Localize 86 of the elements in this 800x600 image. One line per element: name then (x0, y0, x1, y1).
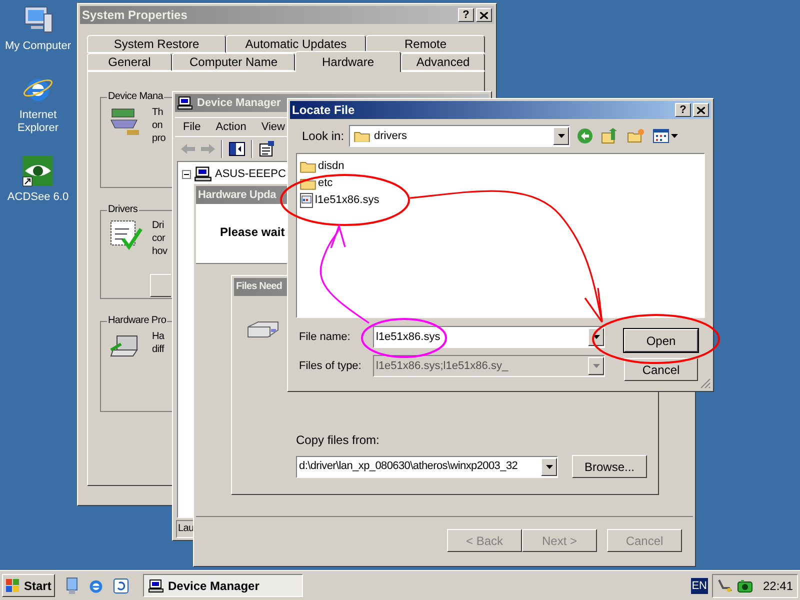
desktop-icon-label: Internet Explorer (16, 109, 60, 135)
description-text: Th (152, 106, 164, 119)
clock: 22:41 (762, 578, 793, 594)
plug-icon[interactable] (716, 578, 733, 594)
taskbar-button[interactable]: Device Manager (143, 574, 303, 597)
computer-icon (148, 578, 164, 592)
dropdown-arrow-icon (546, 464, 552, 468)
path-value: d:\driver\lan_xp_080630\atheros\winxp2003_32 (299, 459, 519, 474)
description-text: diff (152, 343, 164, 356)
group-title: Hardware Pro (107, 316, 168, 326)
menu-item[interactable]: View (261, 118, 285, 136)
close-icon (697, 106, 705, 114)
tab[interactable]: System Restore (87, 35, 226, 53)
desktop-icon[interactable]: ACDSee 6.0 (0, 155, 76, 204)
file-name-value: l1e51x86.sys (376, 330, 442, 345)
new-folder-icon[interactable] (627, 128, 645, 144)
window-title: System Properties (82, 9, 188, 21)
tab[interactable]: Advanced (401, 53, 485, 71)
close-icon (480, 12, 488, 18)
browse-button[interactable]: Browse... (572, 455, 647, 478)
wait-message: Please wait (220, 225, 285, 239)
dialog-button[interactable]: Cancel (624, 358, 698, 381)
file-type-label: Files of type: (299, 358, 362, 374)
panel-toggle-icon[interactable] (229, 142, 245, 156)
description-text: pro (152, 132, 166, 145)
window-title: Device Manager (197, 98, 281, 108)
description-text: hov (152, 245, 168, 258)
group-title: Device Mana (107, 92, 164, 102)
tab[interactable]: Computer Name (172, 53, 295, 71)
desktop-icon[interactable]: My Computer (0, 4, 76, 53)
look-in-label: Look in: (302, 128, 346, 145)
push-button[interactable] (150, 274, 171, 297)
computer-icon (177, 96, 193, 110)
desktop-icon-label: My Computer (4, 40, 72, 53)
system-file-icon (300, 193, 313, 208)
look-in-value: drivers (374, 128, 408, 144)
view-grid-icon (653, 129, 669, 143)
path-combo-box[interactable]: d:\driver\lan_xp_080630\atheros\winxp2003_32 (296, 456, 558, 478)
look-in-combo-box[interactable]: drivers (349, 125, 570, 147)
tab[interactable]: Hardware (295, 51, 401, 72)
close-button[interactable] (476, 8, 492, 22)
folder-icon (354, 130, 370, 142)
file-type-value: l1e51x86.sys;l1e51x86.sy_ (376, 358, 510, 374)
description-text: cor (152, 232, 166, 245)
tree-item[interactable]: ASUS-EEEPC (215, 166, 286, 182)
file-name-label: File name: (299, 330, 352, 345)
menu-item[interactable]: File (183, 118, 201, 136)
window-title: Hardware Upda (198, 190, 276, 200)
description-text: on (152, 119, 164, 132)
eye-icon (22, 155, 54, 187)
close-button[interactable] (693, 103, 709, 117)
dropdown-arrow-icon (592, 364, 600, 368)
help-button[interactable]: ? (675, 103, 691, 117)
disk-drive-icon (246, 321, 280, 339)
camera-icon[interactable] (736, 578, 753, 592)
refresh-page-icon[interactable] (113, 578, 129, 594)
description-text: Dri (152, 219, 165, 232)
dropdown-arrow-icon (671, 134, 678, 138)
menu-item[interactable]: Action (216, 118, 246, 136)
folder-icon (300, 160, 316, 173)
dialog-button[interactable]: Open (624, 329, 698, 352)
dropdown-arrow-icon (592, 335, 600, 339)
desktop-icon-label: ACDSee 6.0 (7, 191, 69, 204)
view-menu-button[interactable] (653, 129, 678, 143)
file-list-item[interactable]: l1e51x86.sys (315, 192, 380, 209)
dropdown-arrow-icon (558, 134, 564, 138)
window-title: Files Need (236, 282, 282, 292)
expand-toggle-icon[interactable] (182, 170, 191, 179)
desktop-icon[interactable]: Internet Explorer (0, 73, 76, 135)
resize-grip-icon[interactable] (700, 378, 711, 389)
properties-icon[interactable] (259, 141, 275, 157)
group-title: Drivers (107, 205, 139, 215)
file-list-item[interactable]: disdn (318, 158, 344, 175)
file-name-field[interactable]: l1e51x86.sys (373, 326, 605, 348)
language-indicator[interactable]: EN (690, 578, 708, 594)
document-check-icon (109, 219, 143, 251)
file-list-item[interactable]: etc (318, 175, 333, 192)
window-title: Locate File (292, 104, 355, 116)
copy-from-label: Copy files from: (296, 432, 380, 449)
description-text: Ha (152, 330, 164, 343)
folder-up-icon[interactable] (601, 128, 619, 144)
help-button[interactable]: ? (458, 8, 474, 22)
windows-logo-icon (5, 578, 21, 592)
desktop-shortcut-icon[interactable] (65, 576, 79, 594)
start-button[interactable]: Start (2, 574, 55, 597)
tab[interactable]: General (87, 53, 172, 71)
